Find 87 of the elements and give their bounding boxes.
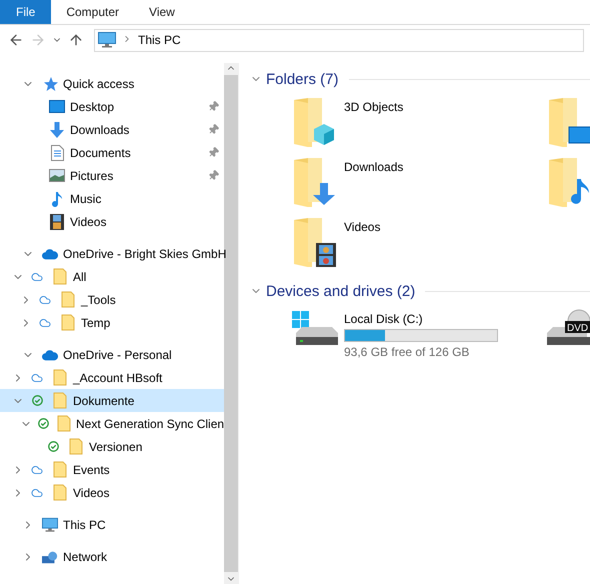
nav-label: _Account HBsoft	[73, 370, 162, 384]
nav-label: This PC	[63, 518, 106, 532]
nav-label: OneDrive - Personal	[63, 348, 172, 362]
nav-label: OneDrive - Bright Skies GmbH	[63, 246, 226, 260]
document-icon	[50, 144, 64, 160]
cloud-status-icon	[39, 316, 51, 328]
folder-icon	[69, 438, 83, 455]
nav-label: Downloads	[70, 122, 130, 136]
breadcrumb[interactable]: This PC	[138, 33, 181, 47]
download-arrow-icon	[49, 122, 65, 138]
cloud-status-icon	[31, 464, 43, 476]
nav-item[interactable]: Network	[0, 545, 224, 568]
nav-item[interactable]: Dokumente	[0, 389, 224, 412]
star-icon	[42, 76, 58, 92]
nav-label: Dokumente	[73, 394, 134, 408]
item-name: Downloads	[344, 160, 404, 174]
nav-item[interactable]: _Tools	[0, 288, 224, 311]
nav-label: All	[73, 270, 86, 284]
folder-icon	[61, 291, 75, 308]
nav-item[interactable]: This PC	[0, 513, 224, 536]
nav-label: Versionen	[89, 440, 142, 454]
nav-label: Music	[70, 192, 102, 206]
free-space-text: 93,6 GB free of 126 GB	[344, 345, 470, 359]
check-circle-icon	[48, 441, 58, 452]
nav-item[interactable]: Pictures	[0, 164, 224, 187]
nav-label: Videos	[73, 486, 110, 500]
folder-icon	[53, 461, 67, 478]
item-name: Videos	[344, 220, 380, 234]
nav-item[interactable]: OneDrive - Personal	[0, 343, 224, 366]
folder-icon	[53, 484, 67, 501]
cloud-status-icon	[31, 486, 43, 498]
nav-label: Temp	[81, 316, 110, 330]
cloud-icon	[42, 348, 58, 360]
nav-item[interactable]: Quick access	[0, 72, 224, 95]
cloud-status-icon	[31, 372, 43, 384]
ribbon-tab[interactable]: File	[0, 0, 52, 24]
folder-icon	[61, 314, 75, 331]
cloud-status-icon	[39, 294, 51, 306]
nav-item[interactable]: Videos	[0, 481, 224, 504]
nav-item[interactable]: Videos	[0, 210, 224, 233]
nav-item[interactable]: Music	[0, 187, 224, 210]
nav-item[interactable]: All	[0, 265, 224, 288]
monitor-icon	[42, 516, 58, 532]
nav-item[interactable]: Downloads	[0, 118, 224, 141]
folder-icon	[53, 268, 67, 285]
drive-label: DVD	[567, 323, 588, 334]
nav-label: Videos	[70, 214, 106, 228]
nav-label: Quick access	[63, 76, 134, 90]
up-icon[interactable]	[68, 32, 84, 48]
check-circle-icon	[38, 418, 49, 429]
nav-label: Desktop	[70, 100, 114, 114]
check-circle-icon	[32, 395, 42, 406]
nav-item[interactable]: Next Generation Sync Clien	[0, 412, 224, 435]
nav-label: Next Generation Sync Clien	[76, 416, 224, 430]
music-note-icon	[51, 190, 63, 206]
item-name: 3D Objects	[344, 100, 404, 114]
nav-item[interactable]: Versionen	[0, 435, 224, 458]
folder-icon	[53, 369, 67, 386]
folder-icon	[57, 415, 71, 432]
network-icon	[42, 550, 58, 564]
address-bar[interactable]: This PC	[94, 28, 584, 52]
section-title: Devices and drives (2)	[266, 282, 416, 300]
nav-label: Events	[73, 462, 110, 476]
nav-label: Documents	[70, 146, 131, 160]
cloud-status-icon	[31, 270, 43, 282]
cloud-icon	[42, 248, 58, 260]
nav-label: Pictures	[70, 168, 114, 182]
picture-icon	[49, 169, 65, 182]
nav-label: Network	[63, 550, 108, 564]
item-name: Local Disk (C:)	[344, 312, 424, 326]
desktop-icon	[49, 100, 65, 113]
scrollbar[interactable]	[224, 63, 238, 584]
nav-item[interactable]: _Account HBsoft	[0, 366, 224, 389]
section-title: Folders (7)	[266, 70, 339, 88]
folder-icon	[53, 392, 67, 409]
nav-item[interactable]: Temp	[0, 311, 224, 334]
nav-item[interactable]: Documents	[0, 141, 224, 164]
folder-film-icon[interactable]	[292, 217, 338, 267]
monitor-icon	[98, 32, 116, 48]
folder-screen-icon[interactable]	[547, 97, 590, 147]
nav-item[interactable]: Desktop	[0, 95, 224, 118]
film-strip-icon	[50, 214, 64, 230]
nav-label: _Tools	[81, 292, 116, 306]
folder-music-icon[interactable]	[547, 157, 590, 207]
nav-item[interactable]: OneDrive - Bright Skies GmbH	[0, 242, 224, 265]
back-icon[interactable]	[8, 32, 24, 48]
nav-item[interactable]: Events	[0, 458, 224, 481]
